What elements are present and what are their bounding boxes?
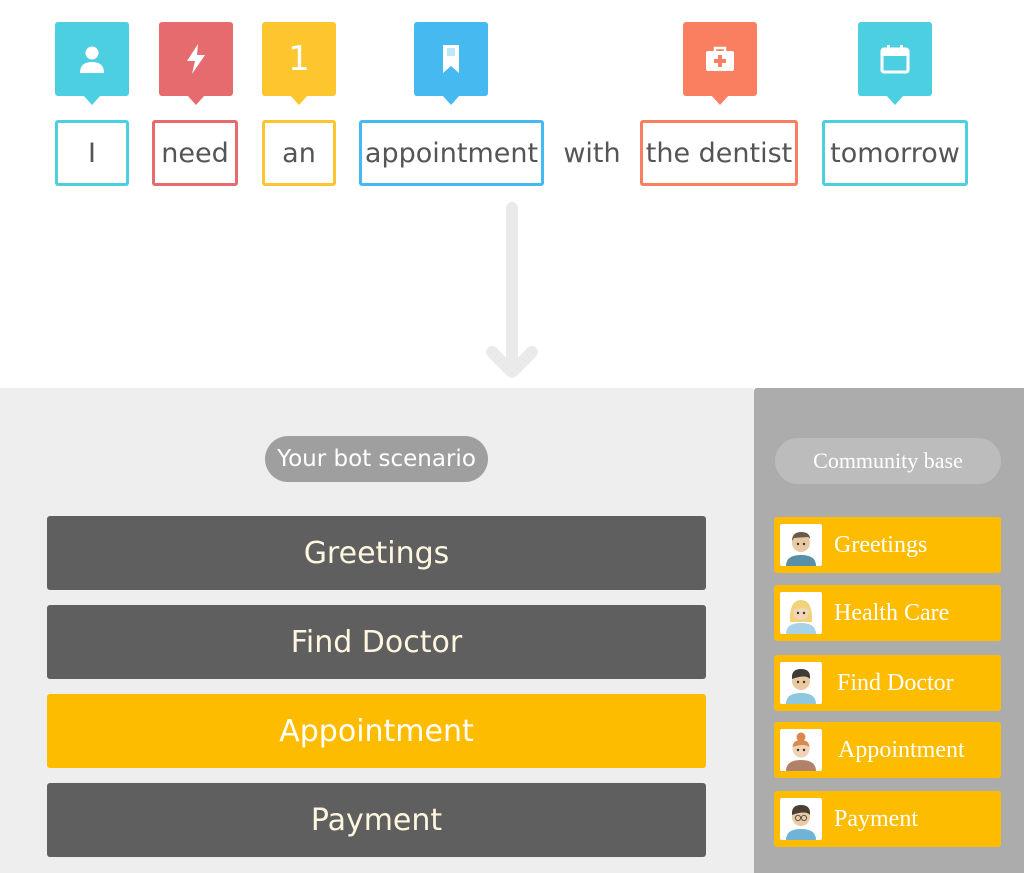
token-word-an: an — [262, 120, 336, 186]
community-title: Community base — [775, 438, 1001, 484]
person-icon — [77, 44, 107, 74]
young-man-avatar-icon — [780, 662, 822, 704]
entity-badge-action — [159, 22, 233, 105]
lightning-icon — [183, 43, 209, 75]
token-word-need: need — [152, 120, 238, 186]
calendar-icon — [879, 43, 911, 75]
token-word-the-dentist: the dentist — [640, 120, 798, 186]
community-item-payment[interactable]: Payment — [774, 791, 1001, 847]
scenario-step-appointment[interactable]: Appointment — [47, 694, 706, 768]
scenario-step-greetings[interactable]: Greetings — [47, 516, 706, 590]
number-one-icon: 1 — [288, 39, 310, 79]
blonde-woman-avatar-icon — [780, 592, 822, 634]
community-item-find-doctor[interactable]: Find Doctor — [774, 655, 1001, 711]
scenario-title: Your bot scenario — [265, 436, 488, 482]
token-word-appointment: appointment — [359, 120, 544, 186]
entity-badge-date — [858, 22, 932, 105]
woman-bun-avatar-icon — [780, 729, 822, 771]
entity-badge-object — [414, 22, 488, 105]
community-item-label: Payment — [834, 805, 918, 832]
scenario-step-find-doctor[interactable]: Find Doctor — [47, 605, 706, 679]
entity-badge-person — [55, 22, 129, 105]
man-glasses-avatar-icon — [780, 798, 822, 840]
medical-kit-icon — [704, 45, 736, 73]
community-item-greetings[interactable]: Greetings — [774, 517, 1001, 573]
scenario-step-payment[interactable]: Payment — [47, 783, 706, 857]
community-item-label: Health Care — [834, 599, 950, 626]
community-item-label: Greetings — [834, 531, 928, 558]
token-word-tomorrow: tomorrow — [822, 120, 968, 186]
bot-scenario-panel: Your bot scenario Greetings Find Doctor … — [0, 388, 754, 873]
man-avatar-icon — [780, 524, 822, 566]
community-base-panel: Community base Greetings Health Care Fin… — [754, 388, 1024, 873]
token-word-i: I — [55, 120, 129, 186]
bookmark-icon — [440, 44, 462, 74]
community-item-appointment[interactable]: Appointment — [774, 722, 1001, 778]
connector-word: with — [563, 137, 621, 169]
entity-badge-quantity: 1 — [262, 22, 336, 105]
community-item-label: Find Doctor — [837, 669, 954, 696]
down-arrow-icon — [484, 200, 540, 385]
community-item-health-care[interactable]: Health Care — [774, 585, 1001, 641]
entity-badge-medical — [683, 22, 757, 105]
community-item-label: Appointment — [838, 736, 965, 763]
